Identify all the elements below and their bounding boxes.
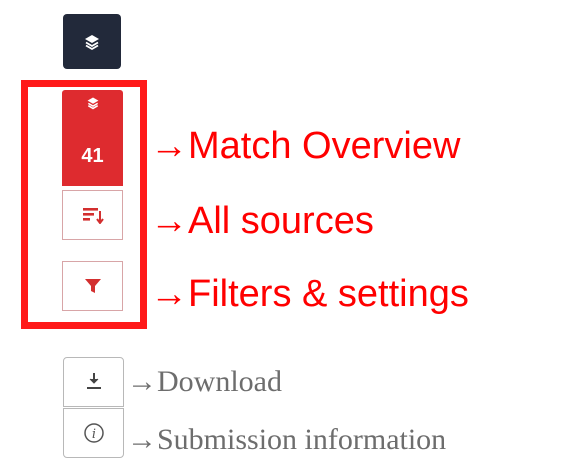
layers-button[interactable]	[63, 14, 121, 69]
filter-icon	[84, 279, 101, 293]
arrow-right-icon: →	[127, 423, 157, 456]
sort-descending-icon	[82, 208, 104, 224]
annotation-submission-info: →Submission information	[127, 423, 447, 456]
annotation-all-sources: →All sources	[150, 200, 374, 242]
svg-text:i: i	[91, 427, 95, 442]
annotation-filters-settings: →Filters & settings	[150, 273, 469, 315]
filters-settings-button[interactable]	[62, 261, 123, 311]
match-overview-button[interactable]: 41	[62, 90, 123, 186]
match-count: 41	[81, 145, 104, 167]
submission-info-button[interactable]: i	[63, 408, 124, 458]
annotation-match-overview: →Match Overview	[150, 125, 461, 167]
download-button[interactable]	[63, 357, 124, 407]
arrow-right-icon: →	[150, 273, 188, 315]
arrow-right-icon: →	[150, 125, 188, 167]
info-icon: i	[83, 423, 104, 443]
layers-icon	[87, 97, 99, 110]
arrow-right-icon: →	[150, 200, 188, 242]
all-sources-button[interactable]	[62, 190, 123, 240]
download-icon	[86, 373, 101, 389]
annotation-download: →Download	[127, 365, 282, 398]
layers-icon	[85, 34, 99, 50]
arrow-right-icon: →	[127, 365, 157, 398]
